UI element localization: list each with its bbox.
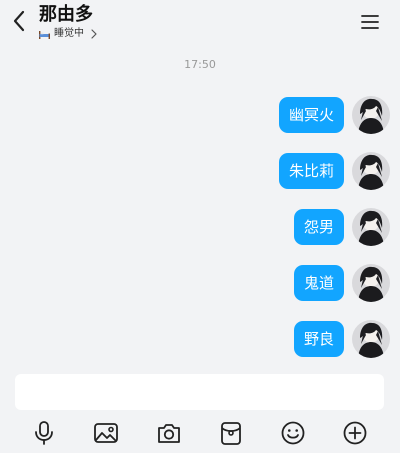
avatar[interactable] (352, 96, 390, 134)
message-bubble[interactable]: 怨男 (293, 209, 344, 245)
bed-icon (39, 30, 50, 39)
avatar[interactable] (352, 152, 390, 190)
message-bubble[interactable]: 鬼道 (293, 265, 344, 301)
avatar[interactable] (352, 264, 390, 302)
message-bubble[interactable]: 幽冥火 (278, 97, 344, 133)
image-icon[interactable] (93, 420, 119, 446)
chat-header: 那由多 睡觉中 (0, 0, 400, 46)
emoji-icon[interactable] (280, 420, 306, 446)
avatar[interactable] (352, 208, 390, 246)
message-input[interactable] (15, 374, 384, 410)
message-bubble[interactable]: 野良 (293, 321, 344, 357)
message-row: 朱比莉 (278, 152, 390, 190)
mic-icon[interactable] (31, 420, 57, 446)
message-row: 怨男 (293, 208, 390, 246)
contact-status[interactable]: 睡觉中 (39, 28, 98, 40)
chat-input-area (0, 366, 400, 453)
chat-title-area[interactable]: 那由多 睡觉中 (39, 4, 98, 40)
back-arrow-icon[interactable] (10, 9, 30, 33)
contact-name: 那由多 (39, 4, 93, 25)
message-timestamp: 17:50 (184, 58, 216, 71)
menu-icon[interactable] (360, 13, 380, 31)
avatar[interactable] (352, 320, 390, 358)
message-row: 幽冥火 (278, 96, 390, 134)
status-text: 睡觉中 (54, 28, 84, 39)
message-row: 野良 (293, 320, 390, 358)
camera-icon[interactable] (156, 420, 182, 446)
plus-icon[interactable] (342, 420, 368, 446)
red-packet-icon[interactable] (218, 420, 244, 446)
message-row: 鬼道 (293, 264, 390, 302)
chevron-right-icon (91, 29, 97, 39)
input-toolbar (0, 417, 400, 447)
message-bubble[interactable]: 朱比莉 (278, 153, 344, 189)
